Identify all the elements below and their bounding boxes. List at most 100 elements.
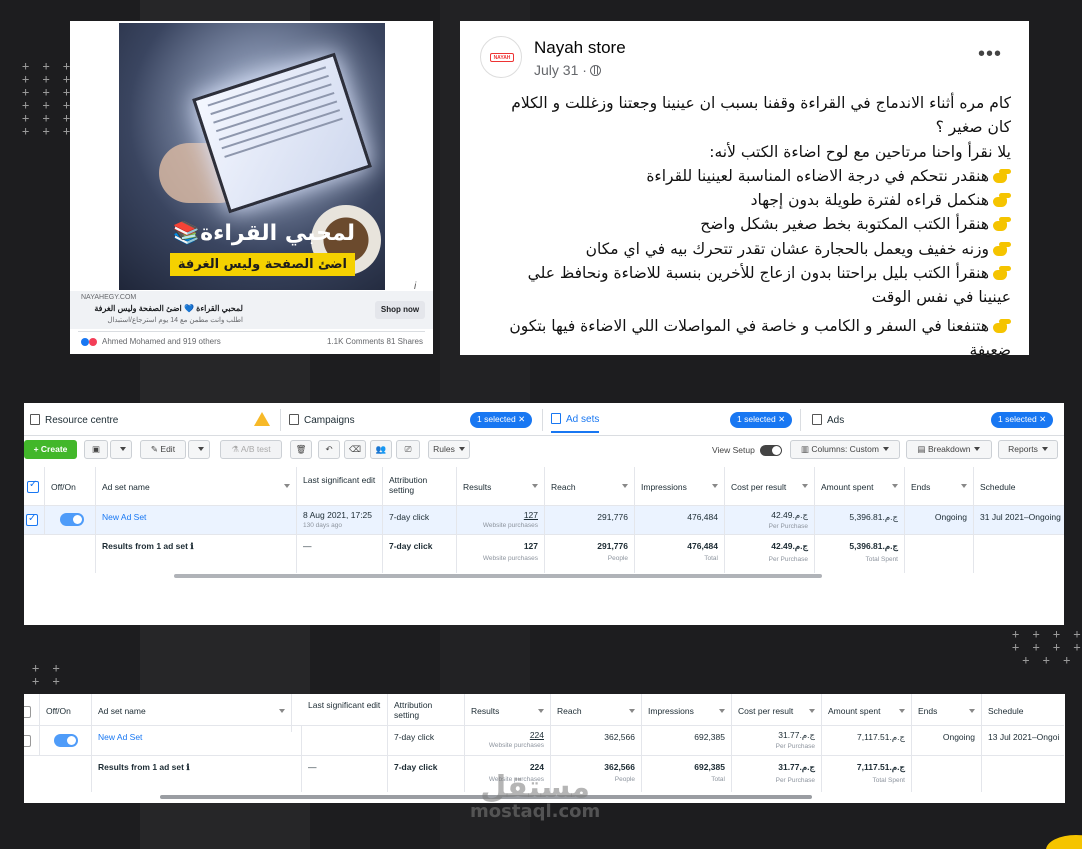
create-button[interactable]: + Create [24,440,77,459]
empty-cell [24,756,92,792]
amount-cell: ج.م.‏7,117.51 [822,726,912,756]
table-row[interactable]: New Ad Set 8 Aug 2021, 17:25130 days ago… [24,505,1064,535]
column-header-results[interactable]: Results [457,467,545,505]
attribution-cell: 7-day click [388,726,465,756]
select-all-checkbox[interactable] [24,706,31,718]
reach-cell: 362,566 [551,726,642,756]
column-header-off-on[interactable]: Off/On [45,467,96,505]
more-options-icon[interactable]: ••• [978,43,1002,66]
chevron-down-icon [974,447,981,451]
ad-set-name-link[interactable]: New Ad Set [98,732,142,742]
select-all-checkbox[interactable] [27,480,39,493]
cost-cell: ج.م.‏42.49 Per Purchase [725,535,815,573]
ad-set-toggle[interactable] [60,513,84,526]
delete-draft-button[interactable]: 🗑 [290,440,312,459]
ad-link-footer[interactable]: NAYAHEGY.COM لمحبي القراءة 💙 اضئ الصفحة … [70,291,433,329]
column-header-last-edit[interactable]: Last significant edit [297,467,383,505]
facebook-post-card: NAYAH Nayah store July 31 · ••• كام مره … [460,21,1029,359]
watermark: مستقل mostaql.com [470,770,600,822]
results-link[interactable]: 127 [524,510,538,520]
horizontal-scrollbar[interactable] [174,574,822,578]
ad-sets-selected-pill[interactable]: 1 selected ✕ [730,412,793,428]
corner-decoration [1046,835,1082,849]
table-row[interactable]: New Ad Set 7-day click 224 Website purcha… [24,725,1064,756]
bullet-item: وزنه خفيف ويعمل بالحجارة عشان تقدر تتحرك… [496,237,1011,261]
preview-button[interactable]: ⎚ [396,440,420,459]
sort-icon [629,709,635,713]
chevron-down-icon [198,447,204,451]
attribution-cell: 7-day click [383,506,457,535]
tab-resource-centre[interactable]: Resource centre [30,403,118,436]
column-header-cost-per-result[interactable]: Cost per result [725,467,815,505]
campaigns-selected-pill[interactable]: 1 selected ✕ [470,412,533,428]
view-setup-label: View Setup [712,445,755,455]
ad-set-toggle[interactable] [54,734,78,747]
view-setup-toggle[interactable] [760,445,782,456]
delete-button[interactable]: ⌫ [344,440,366,459]
rules-button[interactable]: Rules [428,440,470,459]
reactions-summary[interactable]: Ahmed Mohamed and 919 others [81,337,221,346]
ads-selected-pill[interactable]: 1 selected ✕ [991,412,1054,428]
pencil-icon: ✎ [150,444,161,454]
duplicate-dropdown-button[interactable] [110,440,132,459]
info-icon[interactable]: ℹ [190,541,193,551]
info-icon[interactable]: ℹ [186,762,189,772]
avatar[interactable]: NAYAH [480,36,522,78]
grid-icon [551,413,561,424]
column-header-ends[interactable]: Ends [905,467,974,505]
ad-headline: لمحبي القراءة📚 [172,221,355,246]
columns-dropdown[interactable]: ▥ Columns: Custom [790,440,900,459]
ad-domain: NAYAHEGY.COM [81,294,137,301]
comments-shares-count[interactable]: 1.1K Comments 81 Shares [327,337,423,346]
post-paragraph: يلا نقرأ واحنا مرتاحين مع لوح اضاءة الكت… [709,142,1011,161]
cost-cell: ج.م.‏42.49 Per Purchase [725,506,815,535]
column-header-schedule[interactable]: Schedule [974,467,1064,505]
tab-campaigns[interactable]: Campaigns [289,403,355,436]
warning-icon[interactable] [254,412,270,426]
attribution-cell: 7-day click [388,756,465,792]
ad-icon [812,414,822,425]
column-header-amount-spent[interactable]: Amount spent [815,467,905,505]
sort-icon [279,709,285,713]
column-header-attribution[interactable]: Attribution setting [383,467,457,505]
empty-cell [24,535,96,573]
sort-icon [532,484,538,488]
ab-test-button[interactable]: ⚗ A/B test [220,440,282,459]
column-header-reach[interactable]: Reach [545,467,635,505]
sort-icon [969,709,975,713]
bullet-item: هنقرأ الكتب بليل براحتنا بدون ازعاج للأخ… [527,264,1011,307]
flask-icon: ⚗ [231,444,241,454]
duplicate-button[interactable]: ▣ [84,440,108,459]
divider [280,409,281,431]
row-checkbox[interactable] [24,735,31,747]
impressions-cell: 692,385 [642,726,732,756]
reports-dropdown[interactable]: Reports [998,440,1058,459]
watermark-url: mostaql.com [470,801,601,822]
audience-button[interactable]: 👥 [370,440,392,459]
edit-dropdown-button[interactable] [188,440,210,459]
shop-now-button[interactable]: Shop now [375,301,425,319]
undo-button[interactable]: ↶ [318,440,340,459]
last-edit-cell [302,726,388,756]
preview-icon: ⎚ [404,444,412,454]
last-edit-cell: — [297,535,383,573]
bullet-item: هنقرأ الكتب المكتوبة بخط صغير بشكل واضح [496,212,1011,236]
page-name[interactable]: Nayah store [534,38,626,58]
chevron-down-icon [120,447,126,451]
ad-sets-table: Off/On Ad set name Last significant edit… [24,467,1064,612]
results-cell: 224 Website purchases [465,726,551,756]
ad-set-name-link[interactable]: New Ad Set [102,512,146,522]
trash-icon: 🗑 [295,444,307,454]
post-date[interactable]: July 31 · [534,62,601,78]
tab-ads[interactable]: Ads [812,403,844,436]
divider [542,409,543,431]
tab-ad-sets[interactable]: Ad sets [551,403,600,433]
breakdown-dropdown[interactable]: ▤ Breakdown [906,440,992,459]
column-header-impressions[interactable]: Impressions [635,467,725,505]
edit-button[interactable]: ✎ Edit [140,440,186,459]
row-checkbox[interactable] [26,513,38,526]
sort-icon [538,709,544,713]
results-link[interactable]: 224 [530,730,544,740]
ad-preview-card: لمحبي القراءة📚 اضئ الصفحة وليس الغرفة i … [70,21,433,354]
column-header-ad-set-name[interactable]: Ad set name [96,467,297,505]
